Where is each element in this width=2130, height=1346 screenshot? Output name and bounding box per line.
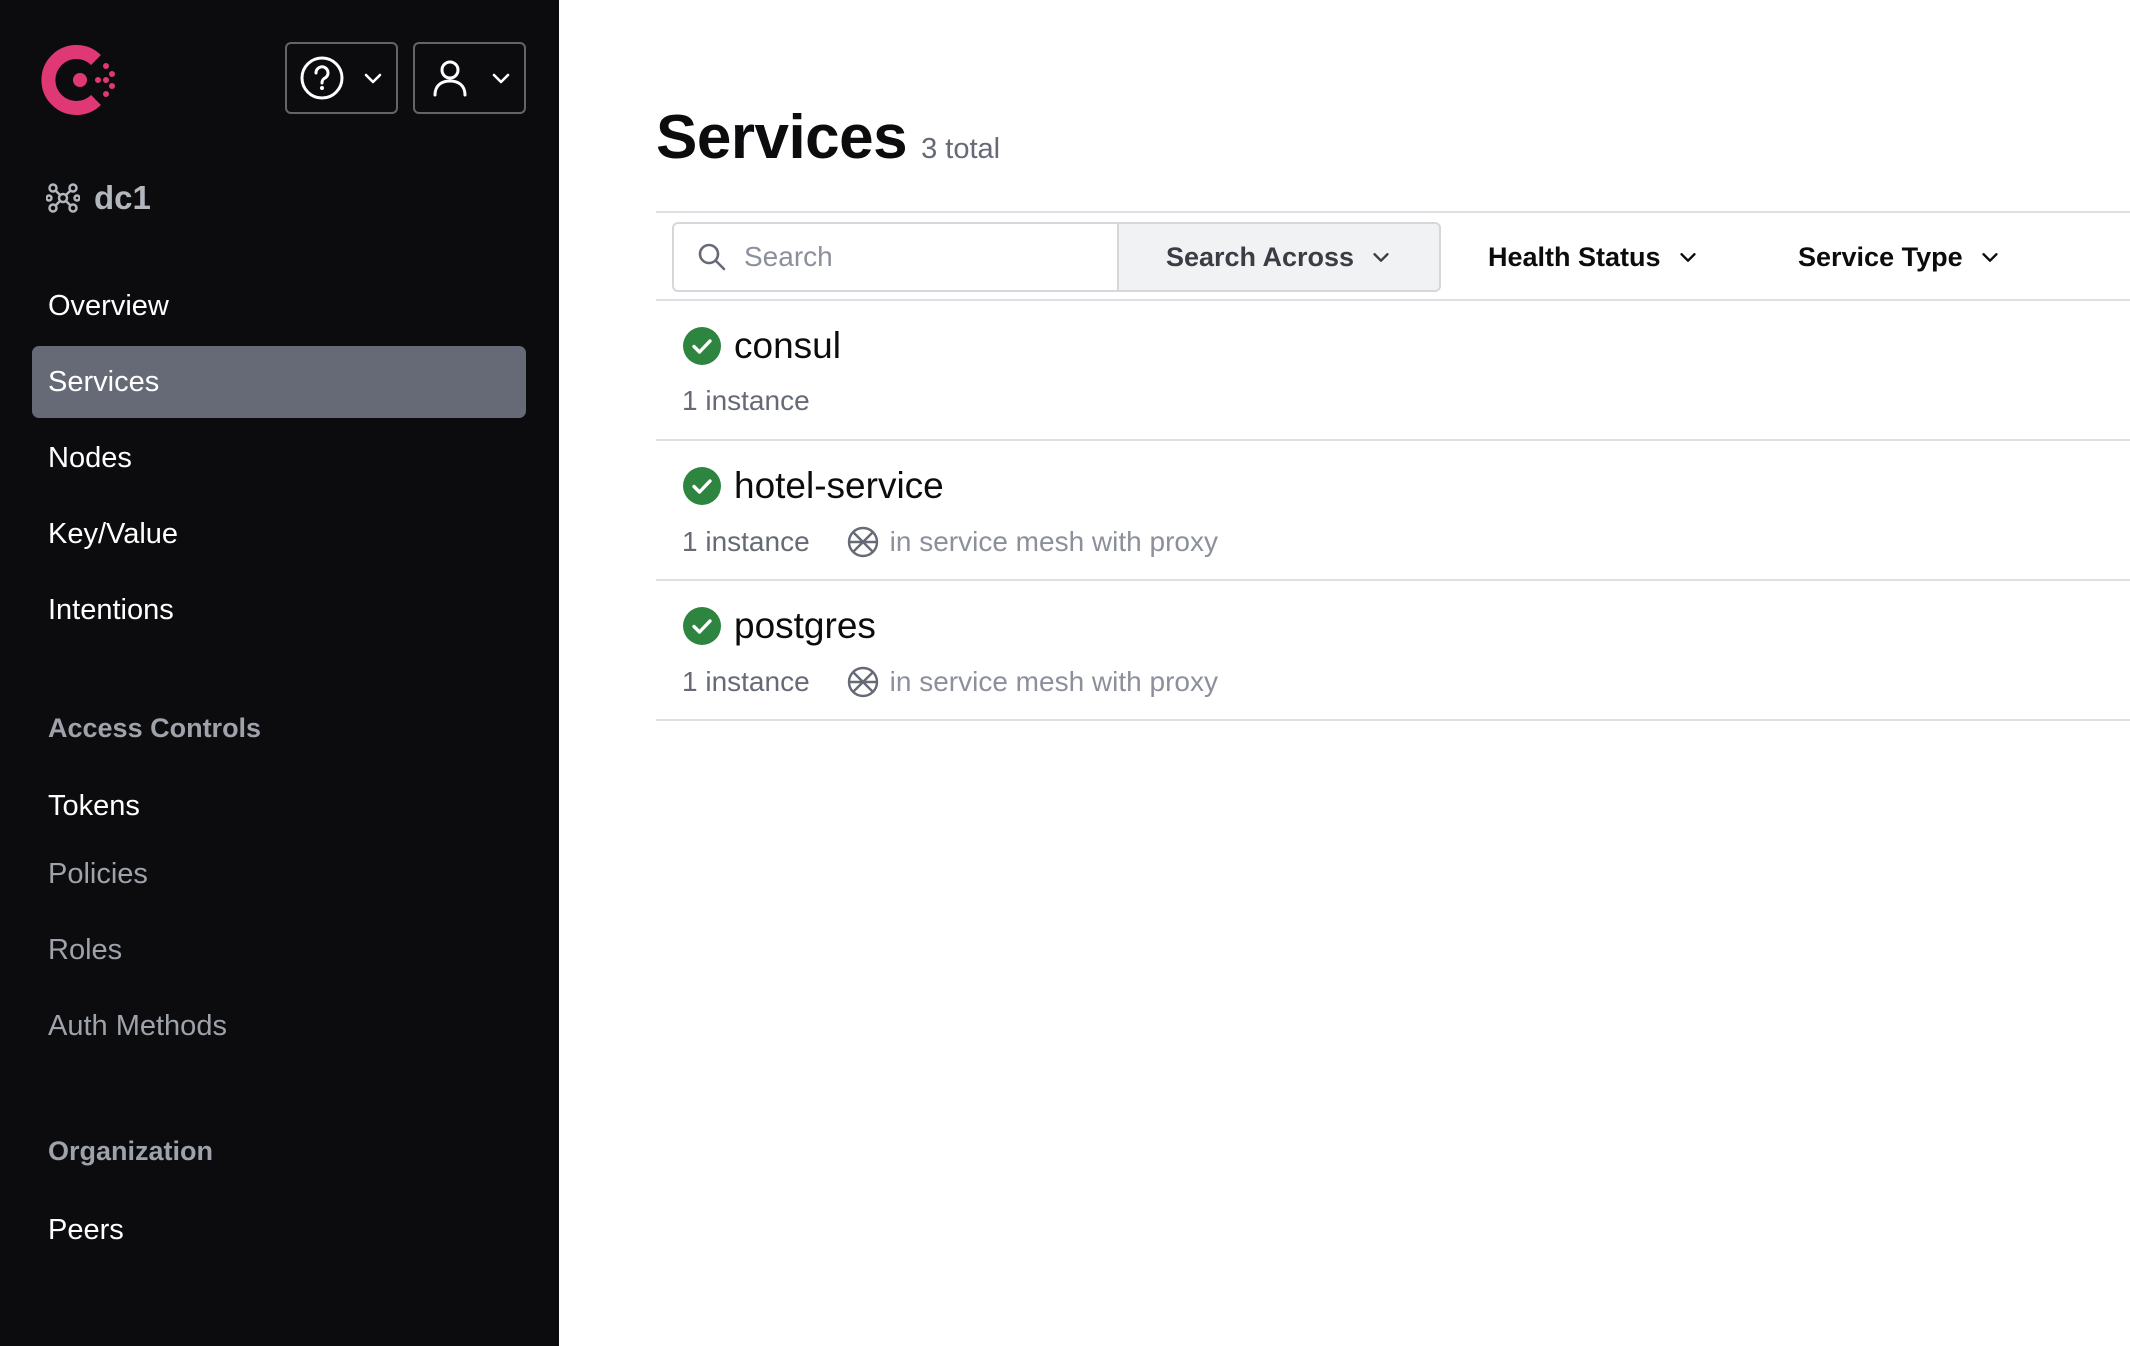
service-meta: 1 instance in service mesh with proxy xyxy=(682,525,1218,559)
sidebar-item-tokens[interactable]: Tokens xyxy=(32,770,526,842)
list-item[interactable]: postgres 1 instance in service mesh with… xyxy=(656,581,2130,721)
service-meta: 1 instance in service mesh with proxy xyxy=(682,665,1218,699)
mesh-label: in service mesh with proxy xyxy=(889,666,1218,697)
user-icon xyxy=(433,60,467,97)
services-list: consul 1 instance hotel-service 1 instan… xyxy=(656,301,2130,721)
mesh-icon xyxy=(847,526,878,558)
chevron-down-icon xyxy=(1373,253,1389,262)
instance-count: 1 instance xyxy=(682,385,810,416)
chevron-down-icon xyxy=(1679,253,1696,262)
user-menu-button[interactable] xyxy=(413,42,526,114)
chevron-down-icon xyxy=(1982,253,1998,262)
sidebar-item-nodes[interactable]: Nodes xyxy=(32,422,526,494)
service-name: postgres xyxy=(734,605,876,646)
service-name: consul xyxy=(734,325,841,366)
service-link[interactable]: postgres xyxy=(682,605,876,647)
chevron-down-icon xyxy=(492,73,510,84)
health-status-label: Health Status xyxy=(1488,241,1661,272)
sidebar-item-key-value[interactable]: Key/Value xyxy=(32,498,526,570)
main-content: Services 3 total Search Across Health St… xyxy=(559,0,2130,1346)
service-type-dropdown[interactable]: Service Type xyxy=(1798,222,2001,292)
sidebar-item-services[interactable]: Services xyxy=(32,346,526,418)
search-across-label: Search Across xyxy=(1165,241,1355,272)
help-menu-button[interactable] xyxy=(285,42,398,114)
page-title: Services xyxy=(656,103,908,172)
service-type-label: Service Type xyxy=(1798,241,1963,272)
search-field[interactable] xyxy=(672,222,1117,292)
service-link[interactable]: consul xyxy=(682,325,841,367)
instance-count: 1 instance xyxy=(682,666,810,697)
datacenter-name: dc1 xyxy=(94,179,151,216)
filter-bar: Search Across Health Status Service Type xyxy=(656,211,2130,301)
list-item[interactable]: hotel-service 1 instance in service mesh… xyxy=(656,441,2130,581)
datacenter-icon xyxy=(46,183,80,213)
access-controls-heading: Access Controls xyxy=(48,713,262,743)
help-circle-icon xyxy=(300,56,344,100)
instance-count: 1 instance xyxy=(682,526,810,557)
list-item[interactable]: consul 1 instance xyxy=(656,301,2130,441)
sidebar-item-roles[interactable]: Roles xyxy=(32,914,526,986)
page-header: Services 3 total xyxy=(656,102,1000,173)
organization-heading: Organization xyxy=(48,1136,214,1166)
mesh-label: in service mesh with proxy xyxy=(889,526,1218,557)
search-input[interactable] xyxy=(744,241,1104,273)
sidebar-item-auth-methods[interactable]: Auth Methods xyxy=(32,990,526,1062)
chevron-down-icon xyxy=(364,73,382,84)
check-circle-icon xyxy=(683,467,721,505)
services-count: 3 total xyxy=(921,133,1001,165)
health-status-dropdown[interactable]: Health Status xyxy=(1488,222,1699,292)
service-meta: 1 instance xyxy=(682,385,810,417)
sidebar-item-overview[interactable]: Overview xyxy=(32,270,526,342)
sidebar-item-peers[interactable]: Peers xyxy=(32,1194,526,1266)
mesh-badge: in service mesh with proxy xyxy=(846,525,1218,559)
datacenter-selector[interactable]: dc1 xyxy=(46,176,151,220)
mesh-badge: in service mesh with proxy xyxy=(846,665,1218,699)
check-circle-icon xyxy=(683,607,721,645)
sidebar-item-intentions[interactable]: Intentions xyxy=(32,574,526,646)
service-name: hotel-service xyxy=(734,465,944,506)
mesh-icon xyxy=(847,666,878,698)
sidebar: dc1 Overview Services Nodes Key/Value In… xyxy=(0,0,559,1346)
search-icon xyxy=(698,243,726,271)
consul-logo[interactable] xyxy=(40,40,120,120)
search-across-dropdown[interactable]: Search Across xyxy=(1117,222,1441,292)
service-link[interactable]: hotel-service xyxy=(682,465,944,507)
sidebar-item-policies[interactable]: Policies xyxy=(32,838,526,910)
check-circle-icon xyxy=(683,327,721,365)
